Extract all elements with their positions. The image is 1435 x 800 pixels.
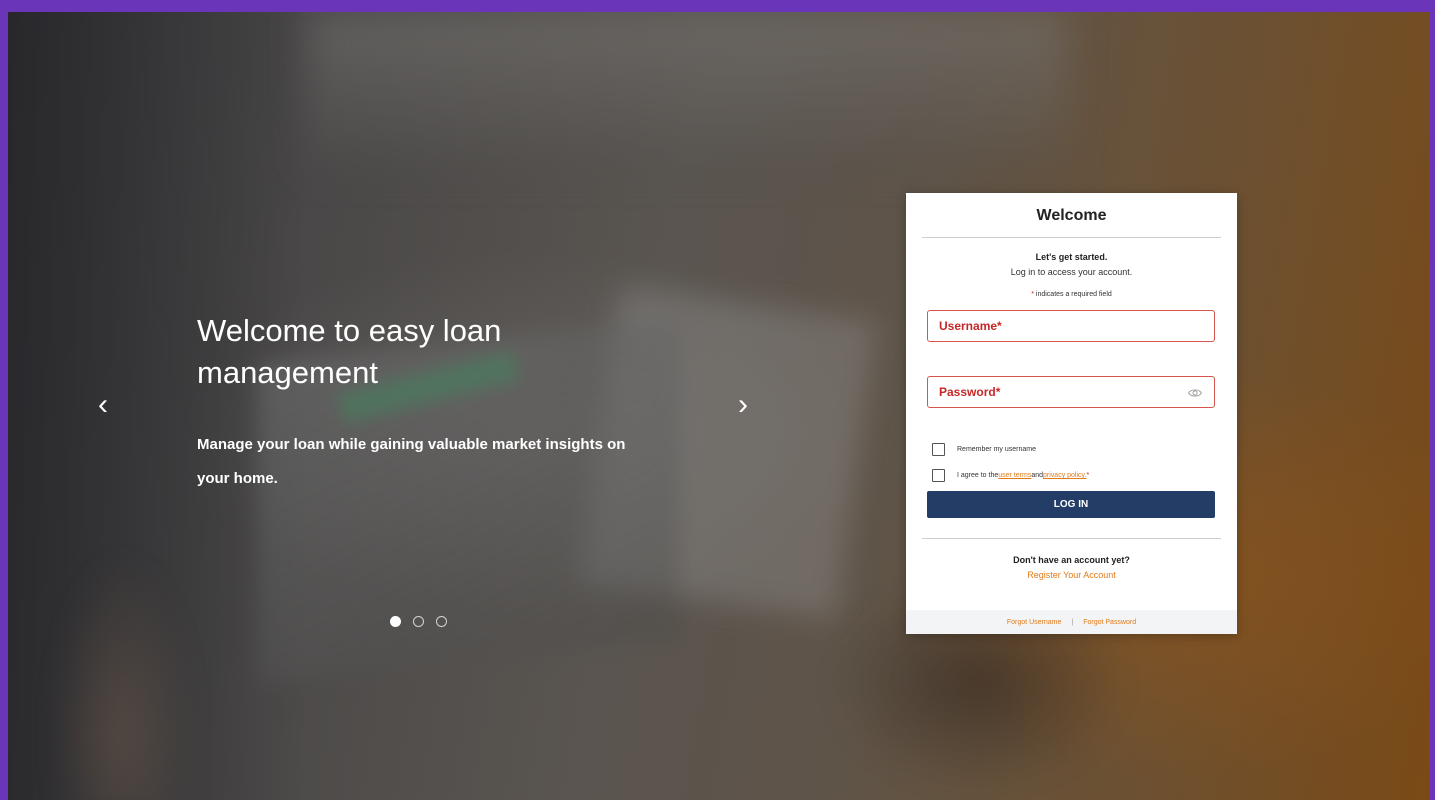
carousel-indicators <box>390 616 447 627</box>
agree-row: I agree to the user terms and privacy po… <box>932 469 1089 482</box>
forgot-username-link[interactable]: Forgot Username <box>1007 619 1061 626</box>
eye-icon[interactable] <box>1188 386 1202 400</box>
action-divider <box>922 538 1221 539</box>
required-note-text: indicates a required field <box>1033 291 1112 298</box>
forgot-password-link[interactable]: Forgot Password <box>1083 619 1136 626</box>
intro-line-1: Let's get started. <box>1035 252 1108 262</box>
carousel-dot-1[interactable] <box>390 616 401 627</box>
agree-required-star: * <box>1086 472 1090 479</box>
no-account-text: Don't have an account yet? <box>1013 555 1130 565</box>
footer-separator: | <box>1071 618 1074 626</box>
chevron-right-icon: › <box>738 388 748 421</box>
user-terms-link[interactable]: user terms <box>998 472 1031 479</box>
remember-checkbox[interactable] <box>932 443 945 456</box>
agree-middle: and <box>1031 472 1044 479</box>
background-plant-blur <box>48 552 198 800</box>
login-button[interactable]: LOG IN <box>927 491 1215 518</box>
password-field-wrapper <box>927 376 1215 408</box>
carousel-prev-button[interactable]: ‹ <box>88 390 118 420</box>
carousel-dot-2[interactable] <box>413 616 424 627</box>
register-account-link[interactable]: Register Your Account <box>906 570 1237 580</box>
password-input[interactable] <box>928 377 1200 407</box>
agree-terms-checkbox[interactable] <box>932 469 945 482</box>
background-window-blur <box>308 12 1068 172</box>
remember-row: Remember my username <box>932 443 1036 456</box>
required-field-note: * indicates a required field <box>906 291 1237 298</box>
login-title: Welcome <box>1036 207 1107 224</box>
username-field-wrapper <box>927 310 1215 342</box>
intro-line-2: Log in to access your account. <box>1010 267 1133 277</box>
title-divider <box>922 237 1221 238</box>
background-hero: Welcome to easy loan management Manage y… <box>8 12 1429 800</box>
hero-subtitle: Manage your loan while gaining valuable … <box>197 436 626 487</box>
privacy-policy-link[interactable]: privacy policy. <box>1043 472 1086 479</box>
card-footer: Forgot Username | Forgot Password <box>906 610 1237 634</box>
chevron-left-icon: ‹ <box>98 388 108 421</box>
username-input[interactable] <box>928 311 1200 341</box>
carousel-next-button[interactable]: › <box>728 390 758 420</box>
login-card: Welcome Let's get started. Log in to acc… <box>906 193 1237 634</box>
carousel-dot-3[interactable] <box>436 616 447 627</box>
hero-title: Welcome to easy loan management <box>197 313 502 390</box>
remember-label: Remember my username <box>957 446 1036 453</box>
agree-prefix: I agree to the <box>957 472 999 479</box>
